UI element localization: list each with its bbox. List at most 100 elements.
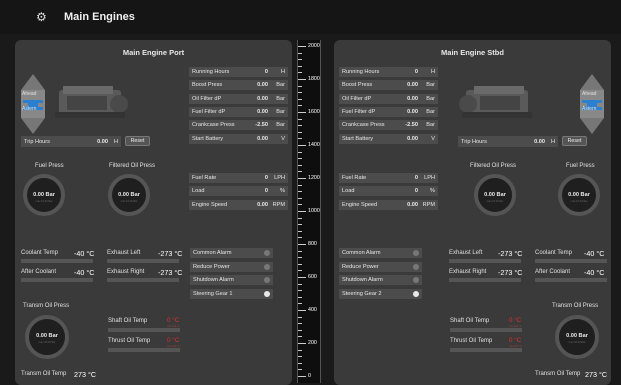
scale-tick: [298, 277, 306, 278]
stat-row-running-hours: Running Hours 0 H: [189, 67, 288, 77]
scale-minor-tick: [298, 151, 302, 153]
thrust-oil-temp-bar: [108, 348, 180, 352]
scale-minor-tick: [298, 237, 302, 239]
scale-minor-tick: [298, 303, 302, 305]
stat-row-load: Load 0%: [339, 186, 438, 197]
scale-minor-tick: [298, 217, 302, 219]
exhaust-right-bar: [449, 278, 521, 282]
status-led-icon: [413, 250, 419, 256]
exhaust-left-value: -273 °C: [158, 249, 183, 258]
scale-minor-tick: [298, 85, 302, 87]
coolant-temp-label: Coolant Temp: [535, 250, 572, 256]
scale-tick: [298, 211, 306, 212]
exhaust-right-bar: [107, 278, 179, 282]
engine-settings-icon: ⚙: [36, 10, 47, 24]
stat-row-crankcase-press: Crankcase Press -2.50 Bar: [339, 120, 438, 131]
scale-label: 1000: [308, 208, 320, 214]
scale-label: 200: [308, 340, 317, 346]
after-coolant-label: After Coolant: [535, 269, 571, 275]
scale-minor-tick: [298, 158, 302, 160]
ahead-astern-indicator[interactable]: [21, 74, 45, 134]
scale-minor-tick: [298, 98, 302, 100]
engine-illustration: [55, 86, 128, 118]
stat-row-start-battery: Start Battery 0.00 V: [189, 133, 288, 144]
scale-tick: [298, 112, 306, 113]
scale-minor-tick: [298, 92, 302, 94]
scale-minor-tick: [298, 263, 302, 265]
status-led-icon: [264, 263, 270, 270]
scale-label: 800: [308, 241, 317, 247]
transm-oil-temp-label: Transm Oil Temp: [21, 371, 67, 377]
reset-button[interactable]: Reset: [562, 136, 587, 146]
scale-label: 1600: [308, 109, 320, 115]
scale-minor-tick: [298, 362, 302, 364]
rpm-scale: 2000 1800 1600 1400 1200 1000 800 600 400 200 0: [297, 40, 321, 383]
scale-minor-tick: [298, 72, 302, 74]
scale-tick: [298, 310, 306, 311]
alarm-indicator: Reduce Power: [339, 261, 422, 272]
filtered-oil-press-gauge: 0.00 Bar max 10.00 Bar: [108, 174, 150, 216]
scale-minor-tick: [298, 230, 302, 232]
transm-oil-temp-value: 273 °C: [585, 370, 608, 379]
scale-minor-tick: [298, 118, 302, 120]
engine-illustration: [459, 86, 532, 118]
ahead-label: Ahead: [22, 91, 37, 97]
exhaust-left-value: -273 °C: [498, 249, 523, 258]
scale-minor-tick: [298, 164, 302, 166]
scale-tick: [298, 178, 306, 179]
scale-minor-tick: [298, 369, 302, 371]
stat-row-oil-filter-dp: Oil Filter dP 0.00 Bar: [339, 93, 438, 104]
scale-minor-tick: [298, 131, 302, 133]
shaft-oil-temp-label: Shaft Oil Temp: [450, 318, 490, 324]
coolant-temp-label: Coolant Temp: [21, 250, 58, 256]
after-coolant-bar: [21, 278, 93, 282]
scale-label: 1400: [308, 142, 320, 148]
stat-row-boost-press: Boost Press 0.00 Bar: [189, 80, 288, 91]
scale-minor-tick: [298, 329, 302, 331]
exhaust-left-label: Exhaust Left: [449, 250, 483, 256]
after-coolant-bar: [535, 278, 607, 282]
stat-row-fuel-rate: Fuel Rate 0 LPH: [189, 173, 288, 183]
exhaust-right-value: -273 °C: [158, 268, 183, 277]
reset-button[interactable]: Reset: [125, 136, 150, 146]
coolant-temp-value: -40 °C: [74, 249, 95, 258]
coolant-temp-bar: [21, 259, 93, 263]
after-coolant-value: -40 °C: [584, 268, 605, 277]
panel-title: Main Engine Port: [122, 48, 185, 57]
stat-row-engine-speed: Engine Speed 0.00 RPM: [339, 199, 438, 210]
shaft-oil-temp-label: Shaft Oil Temp: [108, 318, 148, 324]
status-led-icon: [413, 263, 419, 270]
header-bar: ⚙ Main Engines: [0, 0, 621, 34]
scale-minor-tick: [298, 316, 302, 318]
scale-minor-tick: [298, 197, 302, 199]
alarm-indicator: Shutdown Alarm: [190, 275, 273, 285]
transm-oil-press-label: Transm Oil Press: [552, 303, 599, 309]
filtered-oil-press-label: Filtered Oil Press: [109, 163, 156, 169]
scale-minor-tick: [298, 125, 302, 127]
thrust-oil-temp-label: Thrust Oil Temp: [450, 338, 493, 344]
ahead-astern-indicator[interactable]: [580, 74, 604, 134]
shaft-oil-temp-bar: [108, 328, 180, 332]
thrust-oil-temp-bar: [450, 348, 522, 352]
panel-title: Main Engine Stbd: [441, 48, 504, 57]
alarm-indicator: Steering Gear 1: [190, 288, 273, 299]
status-led-icon: [413, 290, 419, 297]
scale-label: 0: [308, 373, 311, 379]
stat-row-running-hours: Running Hours 0 H: [339, 67, 438, 77]
transm-oil-temp-label: Transm Oil Temp: [535, 371, 581, 377]
scale-minor-tick: [298, 356, 302, 358]
alarm-indicator: Common Alarm: [190, 248, 273, 258]
trip-hours-row: Trip Hours 0.00 H: [21, 136, 121, 147]
status-led-icon: [264, 277, 270, 283]
stat-row-engine-speed: Engine Speed 0.00 RPM: [189, 199, 288, 210]
panel-port: Main Engine Port Ahead Astern Trip Hours…: [15, 40, 292, 385]
scale-minor-tick: [298, 65, 302, 67]
exhaust-right-label: Exhaust Right: [449, 269, 487, 275]
scale-minor-tick: [298, 191, 302, 193]
coolant-temp-bar: [535, 259, 607, 263]
exhaust-right-value: -273 °C: [498, 268, 523, 277]
stat-row-load: Load 0%: [189, 186, 288, 197]
stat-row-fuel-filter-dp: Fuel Filter dP 0.00 Bar: [189, 106, 288, 117]
scale-tick: [298, 343, 306, 344]
stat-row-boost-press: Boost Press 0.00 Bar: [339, 80, 438, 91]
